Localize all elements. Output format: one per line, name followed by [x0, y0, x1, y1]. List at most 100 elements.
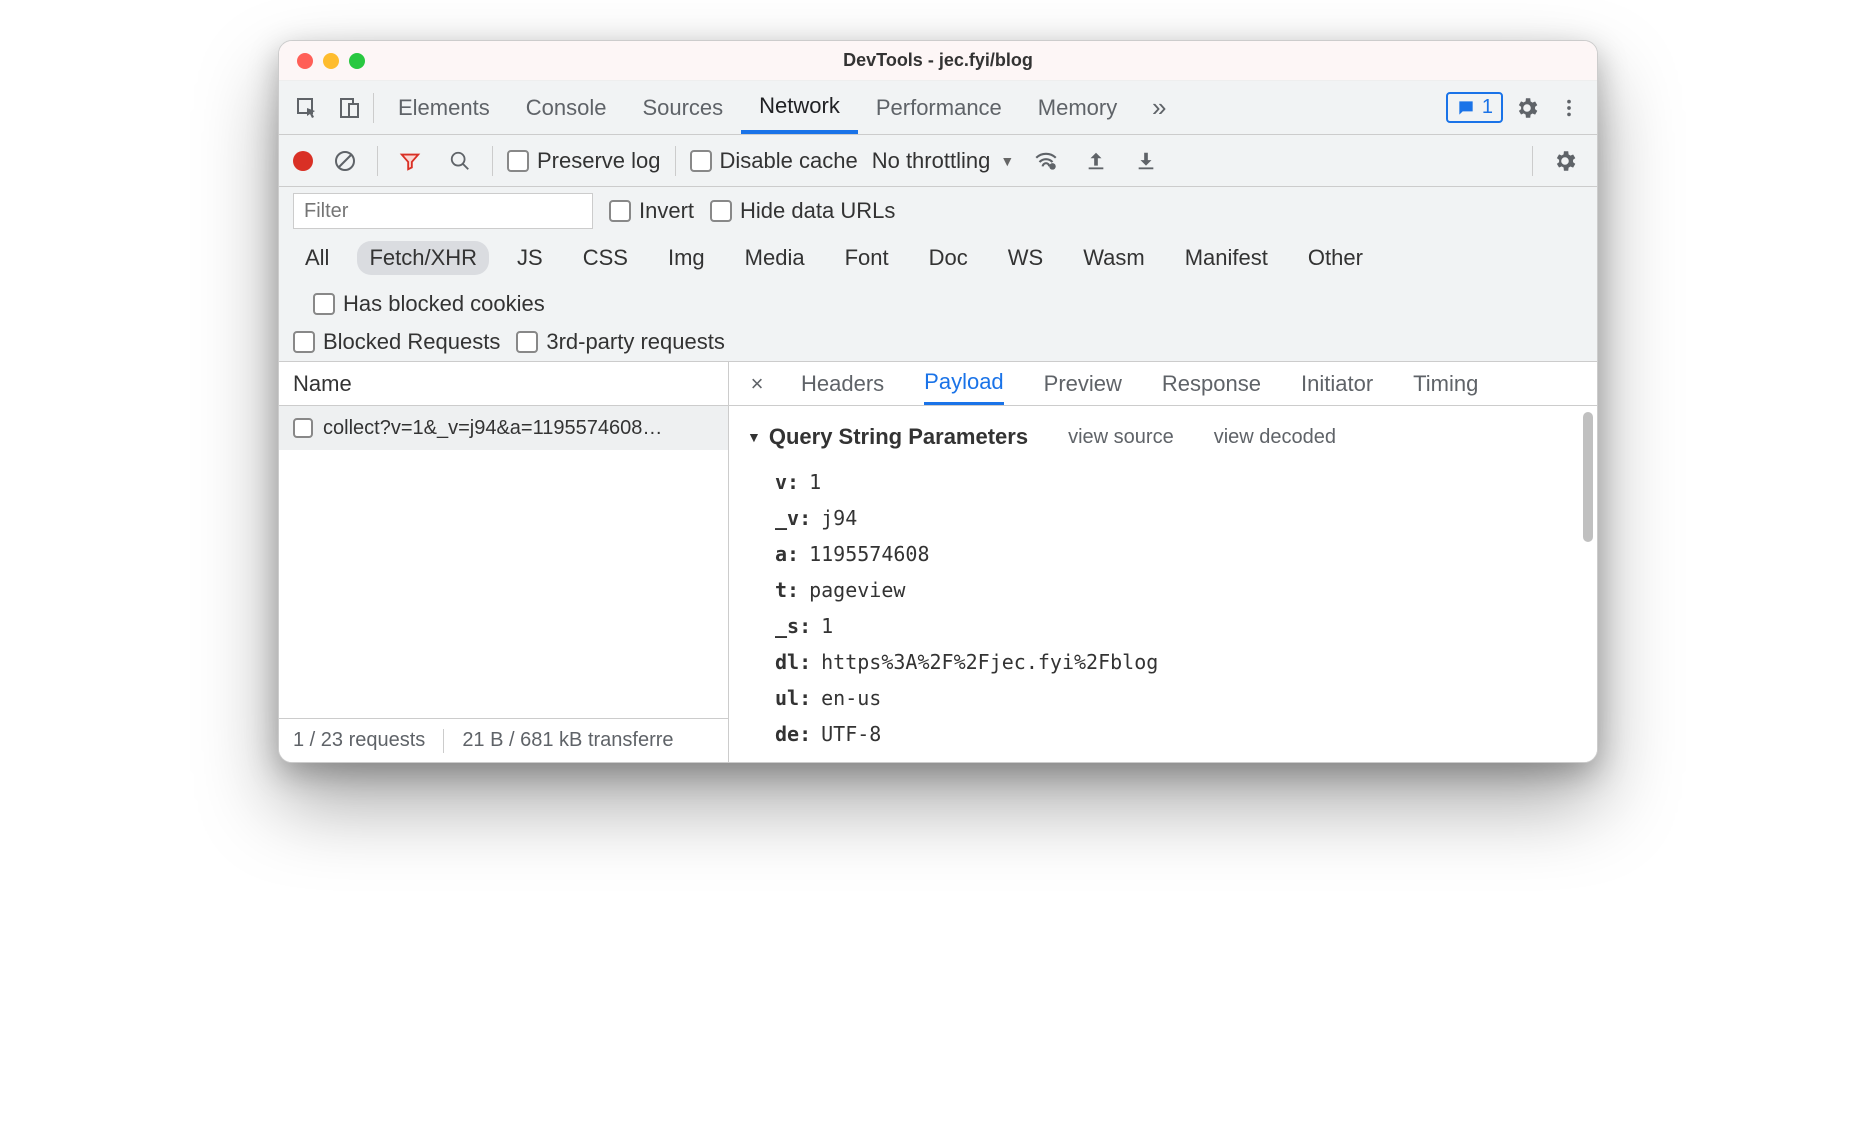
param-value: j94: [821, 506, 857, 530]
tab-memory[interactable]: Memory: [1020, 81, 1135, 134]
checkbox-icon: [516, 331, 538, 353]
separator: [1532, 146, 1533, 176]
tab-elements[interactable]: Elements: [380, 81, 508, 134]
preserve-log-checkbox[interactable]: Preserve log: [507, 148, 661, 174]
detail-tabs: × Headers Payload Preview Response Initiator…: [729, 362, 1597, 406]
network-toolbar: Preserve log Disable cache No throttling…: [279, 135, 1597, 187]
disable-cache-checkbox[interactable]: Disable cache: [690, 148, 858, 174]
filter-type-css[interactable]: CSS: [571, 241, 640, 275]
payload-body: ▼ Query String Parameters view source vi…: [729, 406, 1597, 762]
separator: [492, 146, 493, 176]
filter-input[interactable]: [293, 193, 593, 229]
query-param-row: de: UTF-8: [775, 716, 1573, 752]
detail-tab-timing[interactable]: Timing: [1413, 362, 1478, 405]
param-key: de:: [775, 722, 811, 746]
request-detail-pane: × Headers Payload Preview Response Initiator…: [729, 362, 1597, 762]
filter-type-ws[interactable]: WS: [996, 241, 1055, 275]
upload-har-icon[interactable]: [1078, 143, 1114, 179]
detail-tab-headers[interactable]: Headers: [801, 362, 884, 405]
filter-type-wasm[interactable]: Wasm: [1071, 241, 1157, 275]
filter-type-img[interactable]: Img: [656, 241, 717, 275]
detail-tab-preview[interactable]: Preview: [1044, 362, 1122, 405]
device-toggle-icon[interactable]: [331, 90, 367, 126]
devtools-window: DevTools - jec.fyi/blog ElementsConsoleS…: [278, 40, 1598, 763]
section-title-text: Query String Parameters: [769, 424, 1028, 450]
column-header-name[interactable]: Name: [279, 362, 728, 406]
param-key: t:: [775, 578, 799, 602]
window-title: DevTools - jec.fyi/blog: [279, 50, 1597, 71]
close-detail-icon[interactable]: ×: [743, 371, 771, 397]
download-har-icon[interactable]: [1128, 143, 1164, 179]
query-param-row: dl:https%3A%2F%2Fjec.fyi%2Fblog: [775, 644, 1573, 680]
param-value: https%3A%2F%2Fjec.fyi%2Fblog: [821, 650, 1158, 674]
settings-icon[interactable]: [1509, 90, 1545, 126]
minimize-window-button[interactable]: [323, 53, 339, 69]
detail-tab-response[interactable]: Response: [1162, 362, 1261, 405]
has-blocked-cookies-checkbox[interactable]: Has blocked cookies: [313, 291, 545, 317]
checkbox-icon: [293, 418, 313, 438]
network-settings-icon[interactable]: [1547, 143, 1583, 179]
window-controls: [279, 53, 365, 69]
scrollbar[interactable]: [1583, 412, 1593, 542]
view-source-link[interactable]: view source: [1068, 426, 1174, 449]
network-status-bar: 1 / 23 requests 21 B / 681 kB transferre: [279, 718, 728, 762]
param-key: _v:: [775, 506, 811, 530]
clear-icon[interactable]: [327, 143, 363, 179]
filter-type-js[interactable]: JS: [505, 241, 555, 275]
detail-tab-initiator[interactable]: Initiator: [1301, 362, 1373, 405]
chevron-down-icon: ▼: [1000, 153, 1014, 169]
filter-icon[interactable]: [392, 143, 428, 179]
checkbox-icon: [690, 150, 712, 172]
third-party-checkbox[interactable]: 3rd-party requests: [516, 329, 725, 355]
param-key: a:: [775, 542, 799, 566]
close-window-button[interactable]: [297, 53, 313, 69]
query-param-row: ul:en-us: [775, 680, 1573, 716]
tab-network[interactable]: Network: [741, 81, 858, 134]
filter-type-fetch-xhr[interactable]: Fetch/XHR: [357, 241, 489, 275]
filter-type-all[interactable]: All: [293, 241, 341, 275]
issue-icon: [1456, 98, 1476, 118]
tab-sources[interactable]: Sources: [624, 81, 741, 134]
param-value: 1: [809, 470, 821, 494]
hide-data-urls-checkbox[interactable]: Hide data URLs: [710, 198, 895, 224]
inspect-icon[interactable]: [289, 90, 325, 126]
separator: [377, 146, 378, 176]
request-row[interactable]: collect?v=1&_v=j94&a=1195574608…: [279, 406, 728, 450]
maximize-window-button[interactable]: [349, 53, 365, 69]
query-param-row: _s:1: [775, 608, 1573, 644]
checkbox-icon: [293, 331, 315, 353]
filter-type-font[interactable]: Font: [833, 241, 901, 275]
throttling-value: No throttling: [872, 148, 991, 174]
filter-type-media[interactable]: Media: [733, 241, 817, 275]
network-main: Name collect?v=1&_v=j94&a=1195574608… 1 …: [279, 362, 1597, 762]
has-blocked-cookies-label: Has blocked cookies: [343, 291, 545, 317]
param-value: UTF-8: [821, 722, 881, 746]
tab-performance[interactable]: Performance: [858, 81, 1020, 134]
throttling-select[interactable]: No throttling ▼: [872, 148, 1014, 174]
more-tabs-icon[interactable]: »: [1141, 90, 1177, 126]
filter-type-manifest[interactable]: Manifest: [1173, 241, 1280, 275]
disclosure-triangle-icon: ▼: [747, 429, 761, 445]
issues-badge[interactable]: 1: [1446, 92, 1503, 123]
separator: [675, 146, 676, 176]
kebab-menu-icon[interactable]: [1551, 90, 1587, 126]
filter-type-other[interactable]: Other: [1296, 241, 1375, 275]
checkbox-icon: [313, 293, 335, 315]
record-button[interactable]: [293, 151, 313, 171]
filter-type-doc[interactable]: Doc: [917, 241, 980, 275]
request-list-empty: [279, 450, 728, 718]
invert-checkbox[interactable]: Invert: [609, 198, 694, 224]
preserve-log-label: Preserve log: [537, 148, 661, 174]
disable-cache-label: Disable cache: [720, 148, 858, 174]
section-header[interactable]: ▼ Query String Parameters view source vi…: [747, 424, 1573, 450]
param-value: en-us: [821, 686, 881, 710]
param-key: _s:: [775, 614, 811, 638]
blocked-requests-checkbox[interactable]: Blocked Requests: [293, 329, 500, 355]
search-icon[interactable]: [442, 143, 478, 179]
param-value: 1195574608: [809, 542, 929, 566]
tab-console[interactable]: Console: [508, 81, 625, 134]
network-conditions-icon[interactable]: [1028, 143, 1064, 179]
view-decoded-link[interactable]: view decoded: [1214, 426, 1336, 449]
detail-tab-payload[interactable]: Payload: [924, 362, 1004, 405]
resource-type-filters: All Fetch/XHR JS CSS Img Media Font Doc WS Wasm Ma…: [279, 235, 1597, 323]
